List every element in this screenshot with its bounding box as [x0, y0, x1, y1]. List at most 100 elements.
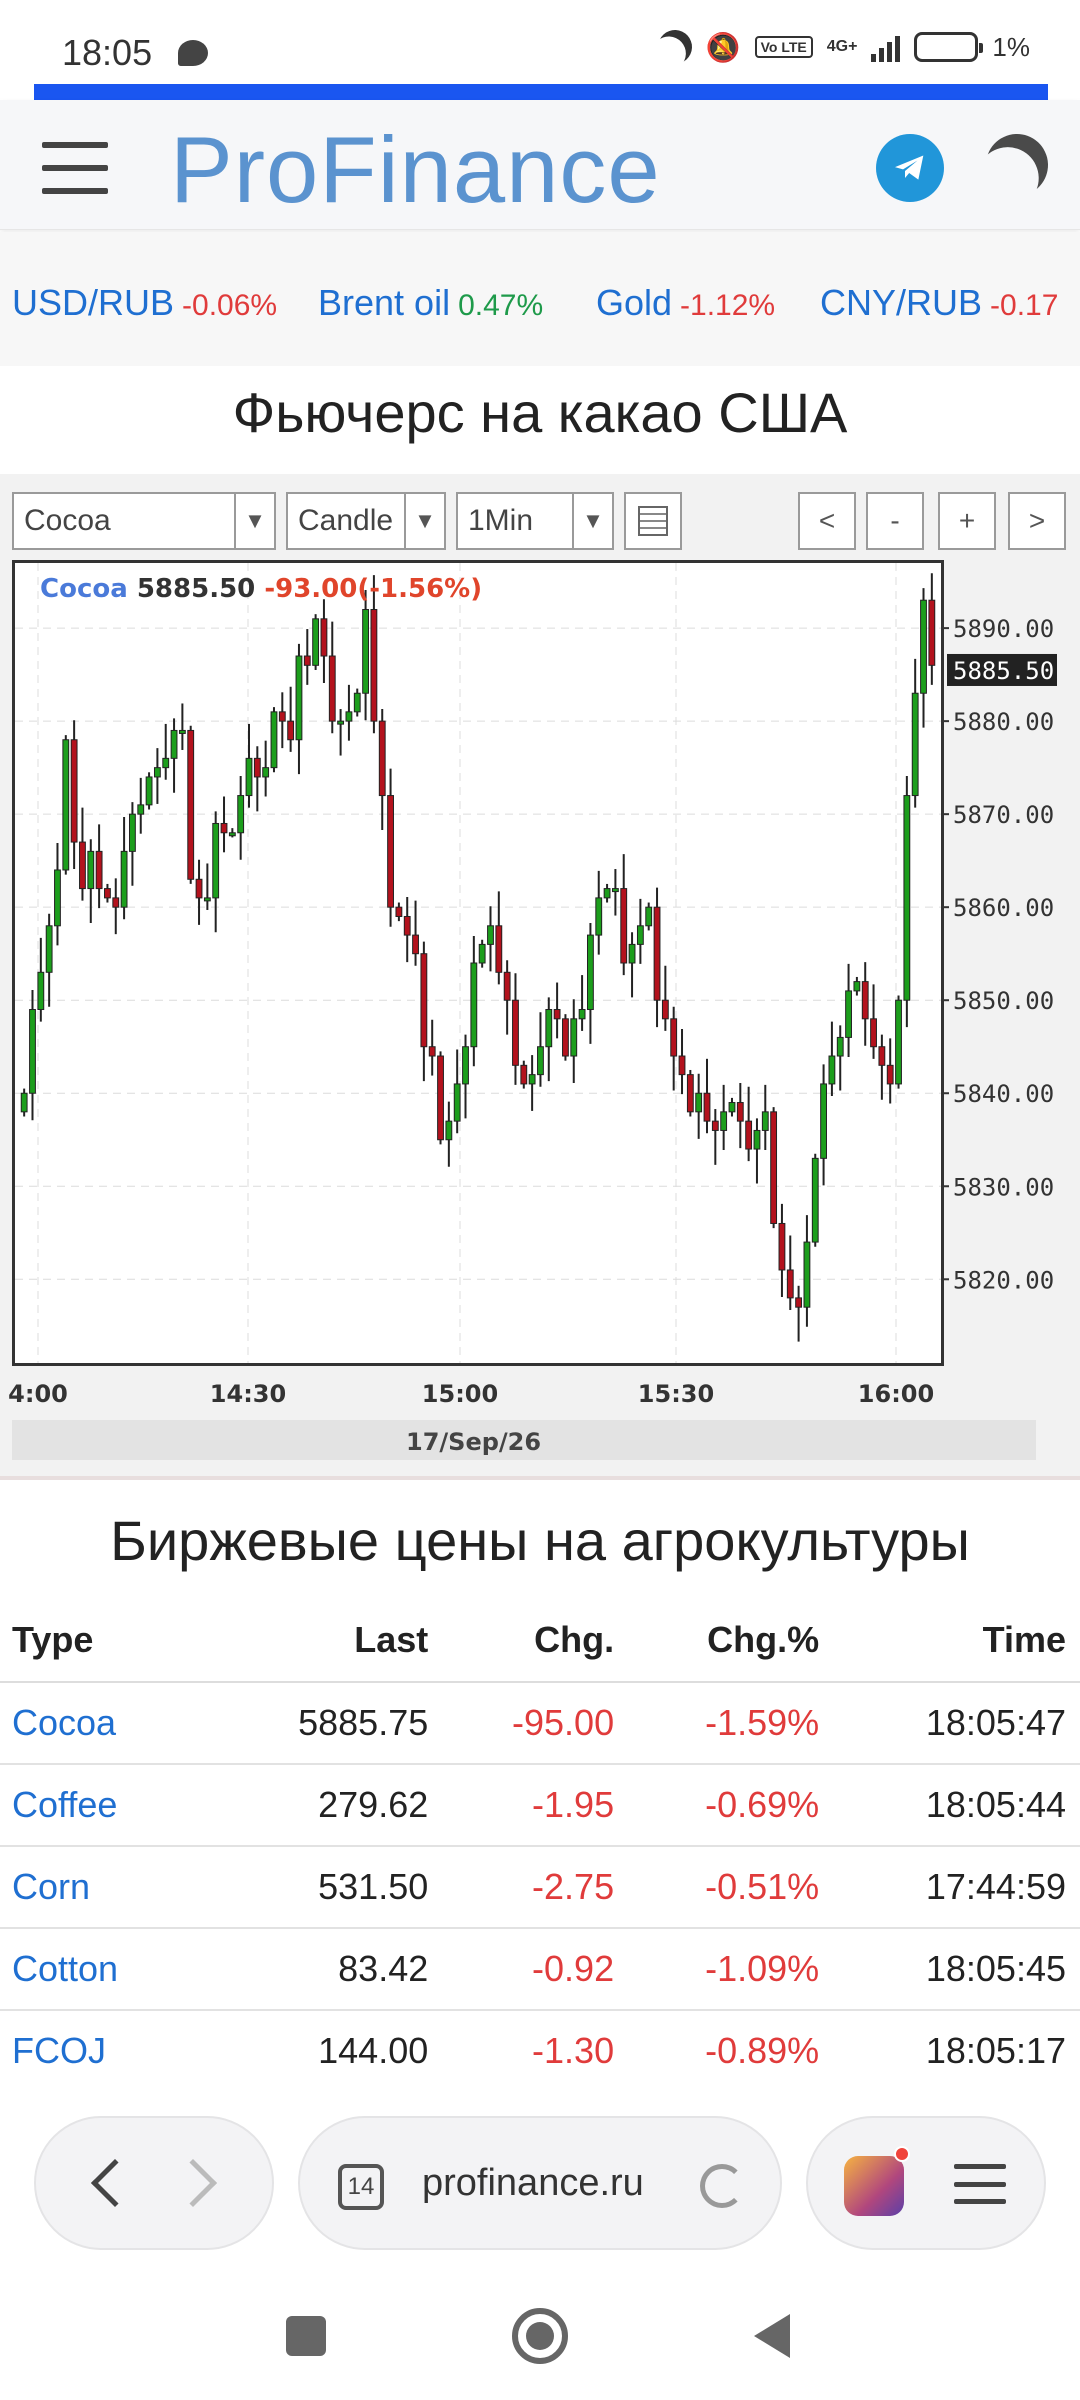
- candle-down: [112, 897, 120, 908]
- candle-up: [20, 1092, 28, 1113]
- network-type: 4G+: [826, 38, 858, 55]
- candle-up: [820, 1083, 827, 1159]
- ticker-item[interactable]: CNY/RUB -0.17: [820, 282, 1058, 324]
- column-header-chg: Chg.: [442, 1598, 629, 1683]
- candle-up: [178, 729, 186, 734]
- candle-up: [611, 888, 619, 893]
- table-header-row: Type Last Chg. Chg.% Time: [0, 1598, 1080, 1683]
- candle-down: [653, 906, 661, 1001]
- chart-date: 17/Sep/26: [406, 1428, 542, 1456]
- tabs-count-button[interactable]: 14: [338, 2164, 384, 2210]
- row-type-link[interactable]: Corn: [0, 1846, 212, 1929]
- candle-down: [786, 1269, 794, 1299]
- candle-up: [587, 934, 594, 1011]
- candle-down: [778, 1222, 786, 1271]
- candle-up: [645, 906, 653, 927]
- y-tick-label: 5870.00: [953, 801, 1054, 829]
- system-back-icon[interactable]: [754, 2314, 790, 2358]
- candle-down: [328, 655, 336, 722]
- y-tick-label: 5880.00: [953, 708, 1054, 736]
- row-type-link[interactable]: Coffee: [0, 1764, 212, 1847]
- row-type-link[interactable]: FCOJ: [0, 2010, 212, 2093]
- ticker-item[interactable]: USD/RUB -0.06%: [12, 282, 277, 324]
- row-chg: -2.75: [442, 1846, 629, 1929]
- candle-up: [337, 720, 345, 725]
- signal-icon: [871, 32, 901, 62]
- row-time: 17:44:59: [833, 1846, 1080, 1929]
- x-tick-label: 15:30: [638, 1380, 714, 1408]
- browser-menu-icon[interactable]: [954, 2164, 1006, 2204]
- candle-up: [37, 971, 45, 1011]
- reload-icon[interactable]: [700, 2164, 744, 2208]
- candle-up: [203, 897, 211, 902]
- recents-icon[interactable]: [286, 2316, 326, 2356]
- history-nav-pill: [34, 2116, 274, 2250]
- row-last: 144.00: [211, 2010, 443, 2093]
- candle-up: [636, 925, 644, 945]
- row-last: 5885.75: [211, 1682, 443, 1765]
- candle-up: [62, 739, 70, 871]
- section-title: Биржевые цены на агрокультуры: [110, 1509, 970, 1572]
- ticker-name: Brent oil: [318, 282, 451, 323]
- ticker-strip: USD/RUB -0.06% Brent oil 0.47% Gold -1.12% …: [0, 232, 1080, 366]
- candle-down: [553, 1009, 561, 1020]
- address-bar[interactable]: 14 profinance.ru: [298, 2116, 782, 2250]
- ticker-item[interactable]: Gold -1.12%: [596, 282, 775, 324]
- ticker-item[interactable]: Brent oil 0.47%: [318, 282, 543, 324]
- candle-up: [836, 1036, 844, 1057]
- candle-down: [95, 850, 103, 890]
- candle-up: [811, 1157, 819, 1243]
- ticker-name: CNY/RUB: [820, 282, 983, 323]
- home-icon[interactable]: [512, 2308, 568, 2364]
- profile-avatar-icon[interactable]: [844, 2156, 904, 2216]
- candle-down: [370, 609, 378, 722]
- column-header-chgp: Chg.%: [628, 1598, 834, 1683]
- candle-up: [54, 869, 61, 927]
- system-navigation-bar: [0, 2280, 1080, 2400]
- row-chg: -1.95: [442, 1764, 629, 1847]
- site-logo[interactable]: ProFinance: [170, 116, 661, 224]
- candle-down: [495, 925, 503, 973]
- back-icon[interactable]: [90, 2158, 140, 2208]
- page-title: Фьючерс на какао США: [232, 381, 848, 444]
- candle-up: [362, 609, 369, 694]
- candle-down: [878, 1046, 886, 1066]
- candle-down: [870, 1018, 877, 1048]
- candle-up: [628, 943, 636, 964]
- row-type-link[interactable]: Cocoa: [0, 1682, 212, 1765]
- dark-mode-icon[interactable]: [976, 124, 1058, 206]
- candle-down: [378, 720, 386, 797]
- table-row: Cotton 83.42 -0.92 -1.09% 18:05:45: [0, 1928, 1080, 2011]
- row-chg: -95.00: [442, 1682, 629, 1765]
- url-text[interactable]: profinance.ru: [422, 2162, 644, 2205]
- candle-up: [353, 692, 361, 713]
- row-type-link[interactable]: Cotton: [0, 1928, 212, 2011]
- candle-up: [29, 1009, 36, 1094]
- candle-down: [420, 953, 428, 1048]
- candle-up: [537, 1046, 544, 1076]
- browser-toolbar: 14 profinance.ru: [0, 2084, 1080, 2250]
- y-tick-label: 5850.00: [953, 987, 1054, 1015]
- candle-down: [795, 1297, 803, 1308]
- candle-up: [470, 962, 478, 1048]
- forward-icon[interactable]: [168, 2158, 218, 2208]
- legend-value: 5885.50: [136, 574, 256, 604]
- candle-up: [903, 795, 911, 1001]
- x-tick-label: 4:00: [8, 1380, 68, 1408]
- candle-down: [253, 757, 261, 778]
- page-progress-strip: [34, 84, 1048, 100]
- ticker-change: -0.17: [990, 289, 1059, 322]
- table-row: Corn 531.50 -2.75 -0.51% 17:44:59: [0, 1846, 1080, 1929]
- telegram-icon[interactable]: [876, 134, 944, 202]
- candle-down: [303, 655, 311, 666]
- notification-dot: [894, 2146, 910, 2162]
- candle-down: [187, 729, 195, 880]
- hamburger-icon[interactable]: [42, 142, 108, 194]
- candle-up: [911, 692, 919, 797]
- x-tick-label: 16:00: [858, 1380, 934, 1408]
- status-bar: 18:05 🔕 Vo LTE 4G+ 1%: [0, 0, 1080, 84]
- table-row: Cocoa 5885.75 -95.00 -1.59% 18:05:47: [0, 1682, 1080, 1765]
- candle-up: [603, 888, 611, 899]
- row-chgp: -1.59%: [628, 1682, 834, 1765]
- site-header: ProFinance: [0, 100, 1080, 230]
